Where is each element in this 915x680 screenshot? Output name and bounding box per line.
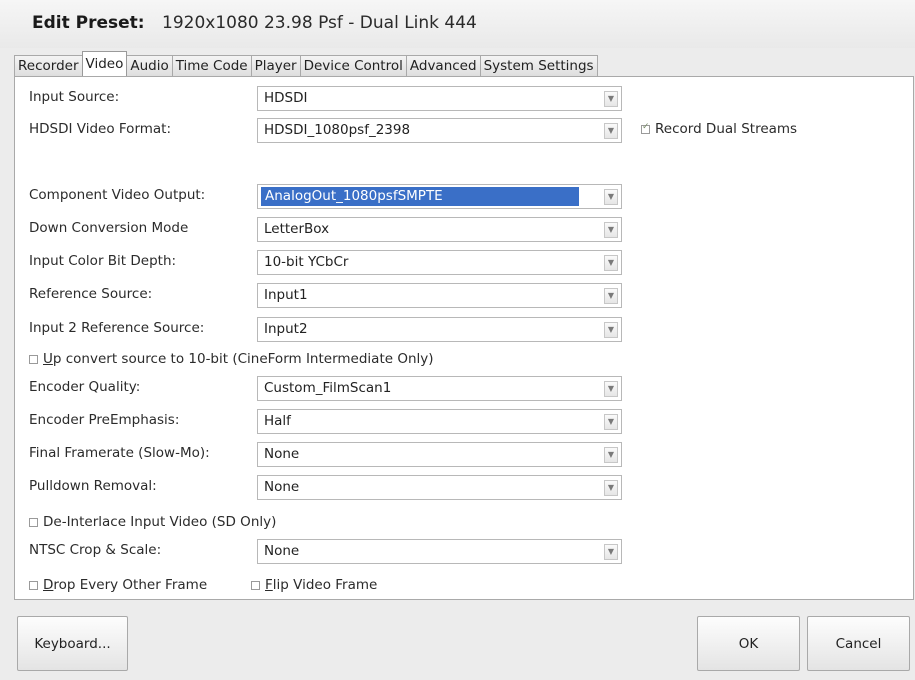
- deinterlace-checkbox[interactable]: De-Interlace Input Video (SD Only): [29, 514, 276, 530]
- video-settings-panel: Input Source: HDSDI ▼ HDSDI Video Format…: [14, 76, 914, 600]
- dialog-title-label: Edit Preset:: [32, 13, 145, 33]
- input2-reference-select[interactable]: Input2 ▼: [257, 317, 622, 342]
- drop-frame-checkbox[interactable]: Drop Every Other Frame: [29, 577, 207, 593]
- component-output-select[interactable]: AnalogOut_1080psfSMPTE ▼: [257, 184, 622, 209]
- checkbox-icon: [29, 580, 38, 590]
- pulldown-removal-select[interactable]: None ▼: [257, 475, 622, 500]
- chevron-down-icon: ▼: [604, 480, 618, 496]
- hdsdi-format-label: HDSDI Video Format:: [29, 121, 172, 137]
- chevron-down-icon: ▼: [604, 414, 618, 430]
- drop-frame-mnemonic: D: [43, 577, 54, 593]
- component-output-value: AnalogOut_1080psfSMPTE: [261, 187, 579, 206]
- flip-frame-label: lip Video Frame: [272, 577, 378, 593]
- chevron-down-icon: ▼: [604, 544, 618, 560]
- record-dual-streams-checkbox[interactable]: Record Dual Streams: [641, 121, 797, 137]
- reference-source-value: Input1: [264, 287, 308, 303]
- pulldown-removal-value: None: [264, 479, 300, 495]
- down-conversion-select[interactable]: LetterBox ▼: [257, 217, 622, 242]
- reference-source-select[interactable]: Input1 ▼: [257, 283, 622, 308]
- color-bit-depth-value: 10-bit YCbCr: [264, 254, 349, 270]
- chevron-down-icon: ▼: [604, 123, 618, 139]
- checkbox-icon: [29, 354, 38, 364]
- checkbox-icon: [29, 517, 38, 527]
- pulldown-removal-label: Pulldown Removal:: [29, 478, 157, 494]
- input-source-value: HDSDI: [264, 90, 308, 106]
- ok-button[interactable]: OK: [697, 616, 800, 671]
- record-dual-streams-label: Record Dual Streams: [655, 121, 798, 137]
- tab-system-settings[interactable]: System Settings: [479, 55, 598, 76]
- tab-video[interactable]: Video: [81, 51, 128, 76]
- preset-name: 1920x1080 23.98 Psf - Dual Link 444: [162, 13, 477, 33]
- color-bit-depth-label: Input Color Bit Depth:: [29, 253, 177, 269]
- component-output-label: Component Video Output:: [29, 187, 206, 203]
- input2-reference-label: Input 2 Reference Source:: [29, 320, 205, 336]
- input-source-label: Input Source:: [29, 89, 120, 105]
- flip-frame-checkbox[interactable]: Flip Video Frame: [251, 577, 377, 593]
- final-framerate-label: Final Framerate (Slow-Mo):: [29, 445, 210, 461]
- encoder-preemphasis-value: Half: [264, 413, 291, 429]
- tab-audio[interactable]: Audio: [126, 55, 173, 76]
- cancel-button[interactable]: Cancel: [807, 616, 910, 671]
- hdsdi-format-value: HDSDI_1080psf_2398: [264, 122, 411, 138]
- encoder-quality-value: Custom_FilmScan1: [264, 380, 392, 396]
- chevron-down-icon: ▼: [604, 447, 618, 463]
- chevron-down-icon: ▼: [604, 322, 618, 338]
- upconvert-mnemonic: U: [43, 351, 53, 367]
- chevron-down-icon: ▼: [604, 222, 618, 238]
- upconvert-label: p convert source to 10-bit (CineForm Int…: [52, 351, 434, 367]
- tab-device-control[interactable]: Device Control: [299, 55, 407, 76]
- color-bit-depth-select[interactable]: 10-bit YCbCr ▼: [257, 250, 622, 275]
- checkbox-checked-icon: [641, 122, 650, 134]
- tab-time-code[interactable]: Time Code: [171, 55, 252, 76]
- deinterlace-label: De-Interlace Input Video (SD Only): [43, 514, 277, 530]
- hdsdi-format-select[interactable]: HDSDI_1080psf_2398 ▼: [257, 118, 622, 143]
- tab-bar: Recorder Video Audio Time Code Player De…: [14, 51, 598, 76]
- input-source-select[interactable]: HDSDI ▼: [257, 86, 622, 111]
- keyboard-button[interactable]: Keyboard...: [17, 616, 128, 671]
- ntsc-crop-select[interactable]: None ▼: [257, 539, 622, 564]
- tab-recorder[interactable]: Recorder: [14, 55, 83, 76]
- checkbox-icon: [251, 580, 260, 590]
- drop-frame-label: rop Every Other Frame: [53, 577, 208, 593]
- chevron-down-icon: ▼: [604, 189, 618, 205]
- final-framerate-select[interactable]: None ▼: [257, 442, 622, 467]
- input2-reference-value: Input2: [264, 321, 308, 337]
- reference-source-label: Reference Source:: [29, 286, 153, 302]
- encoder-quality-label: Encoder Quality:: [29, 379, 141, 395]
- chevron-down-icon: ▼: [604, 91, 618, 107]
- chevron-down-icon: ▼: [604, 255, 618, 271]
- down-conversion-value: LetterBox: [264, 221, 330, 237]
- tab-player[interactable]: Player: [250, 55, 301, 76]
- chevron-down-icon: ▼: [604, 381, 618, 397]
- chevron-down-icon: ▼: [604, 288, 618, 304]
- upconvert-checkbox[interactable]: Up convert source to 10-bit (CineForm In…: [29, 351, 434, 367]
- encoder-preemphasis-select[interactable]: Half ▼: [257, 409, 622, 434]
- encoder-preemphasis-label: Encoder PreEmphasis:: [29, 412, 180, 428]
- final-framerate-value: None: [264, 446, 300, 462]
- encoder-quality-select[interactable]: Custom_FilmScan1 ▼: [257, 376, 622, 401]
- tab-advanced[interactable]: Advanced: [405, 55, 481, 76]
- flip-frame-mnemonic: F: [265, 577, 273, 593]
- ntsc-crop-label: NTSC Crop & Scale:: [29, 542, 162, 558]
- down-conversion-label: Down Conversion Mode: [29, 220, 189, 236]
- ntsc-crop-value: None: [264, 543, 300, 559]
- title-bar: Edit Preset: 1920x1080 23.98 Psf - Dual …: [0, 0, 915, 48]
